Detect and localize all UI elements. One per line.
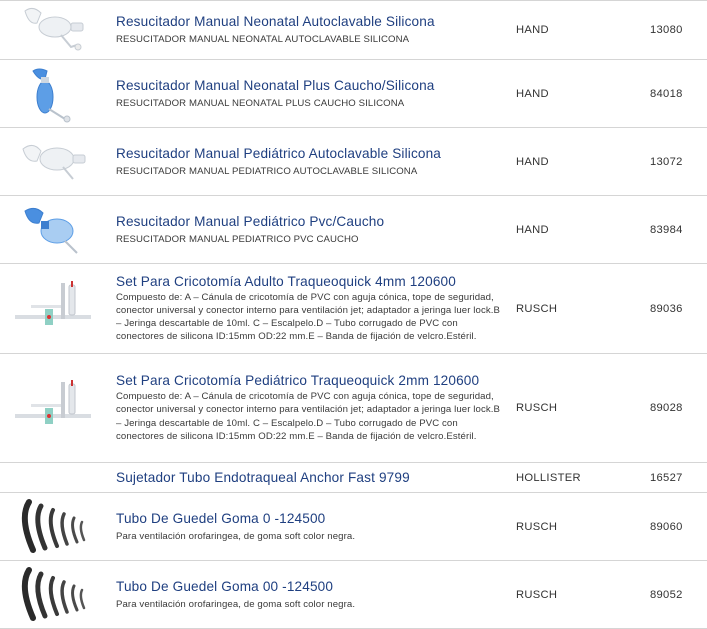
table-row[interactable]: Resucitador Manual Neonatal Autoclavable…: [0, 0, 707, 60]
product-brand: RUSCH: [516, 302, 558, 315]
guedel-airway-icon: [21, 566, 86, 621]
product-code: 89060: [650, 520, 683, 533]
product-description: RESUCITADOR MANUAL PEDIATRICO PVC CAUCHO: [116, 233, 359, 245]
product-title[interactable]: Resucitador Manual Pediátrico Pvc/Caucho: [116, 214, 506, 230]
product-thumbnail[interactable]: [0, 279, 106, 339]
product-description: RESUCITADOR MANUAL NEONATAL PLUS CAUCHO …: [116, 97, 405, 109]
product-title[interactable]: Resucitador Manual Pediátrico Autoclavab…: [116, 146, 506, 162]
cricothyrotomy-set-icon: [15, 380, 91, 424]
table-row[interactable]: Sujetador Tubo Endotraqueal Anchor Fast …: [0, 463, 707, 493]
product-code: 89052: [650, 588, 683, 601]
cricothyrotomy-set-icon: [15, 280, 91, 325]
product-code: 89028: [650, 402, 683, 414]
product-brand: RUSCH: [516, 520, 558, 533]
product-title[interactable]: Tubo De Guedel Goma 00 -124500: [116, 579, 506, 595]
table-row[interactable]: Set Para Cricotomía Adulto Traqueoquick …: [0, 264, 707, 354]
product-brand: RUSCH: [516, 588, 558, 601]
table-row[interactable]: Set Para Cricotomía Pediátrico Traqueoqu…: [0, 354, 707, 463]
product-description: Compuesto de: A – Cánula de cricotomía d…: [116, 391, 501, 442]
product-brand: HAND: [516, 223, 549, 236]
product-thumbnail[interactable]: [0, 498, 106, 556]
product-thumbnail[interactable]: [0, 201, 106, 259]
resuscitator-blue-icon: [24, 207, 78, 254]
table-row[interactable]: Resucitador Manual Pediátrico Pvc/Caucho…: [0, 196, 707, 264]
product-title[interactable]: Resucitador Manual Neonatal Autoclavable…: [116, 14, 506, 30]
product-title[interactable]: Set Para Cricotomía Pediátrico Traqueoqu…: [116, 373, 506, 389]
product-thumbnail[interactable]: [0, 378, 106, 438]
resuscitator-clear-icon: [24, 7, 84, 50]
guedel-airway-icon: [21, 498, 86, 553]
product-code: 16527: [650, 471, 683, 484]
product-description: RESUCITADOR MANUAL PEDIATRICO AUTOCLAVAB…: [116, 165, 418, 177]
product-thumbnail[interactable]: [0, 135, 106, 189]
product-description: RESUCITADOR MANUAL NEONATAL AUTOCLAVABLE…: [116, 33, 410, 45]
product-brand: HAND: [516, 87, 549, 100]
product-code: 84018: [650, 87, 683, 100]
product-thumbnail[interactable]: [0, 3, 106, 57]
product-code: 13080: [650, 23, 683, 36]
table-row[interactable]: Resucitador Manual Neonatal Plus Caucho/…: [0, 60, 707, 128]
table-row[interactable]: Tubo De Guedel Goma 00 -124500 Para vent…: [0, 561, 707, 629]
product-brand: HAND: [516, 155, 549, 168]
product-code: 89036: [650, 302, 683, 315]
product-brand: HOLLISTER: [516, 471, 581, 484]
product-brand: HAND: [516, 23, 549, 36]
table-row[interactable]: Resucitador Manual Pediátrico Autoclavab…: [0, 128, 707, 196]
resuscitator-blue-icon: [32, 68, 71, 122]
resuscitator-clear-icon: [22, 144, 86, 180]
product-title[interactable]: Tubo De Guedel Goma 0 -124500: [116, 511, 506, 527]
product-brand: RUSCH: [516, 402, 558, 414]
product-thumbnail[interactable]: [0, 65, 106, 123]
product-code: 13072: [650, 155, 683, 168]
product-description: Compuesto de: A – Cánula de cricotomía d…: [116, 291, 501, 343]
product-title[interactable]: Resucitador Manual Neonatal Plus Caucho/…: [116, 78, 506, 94]
product-title[interactable]: Sujetador Tubo Endotraqueal Anchor Fast …: [116, 470, 506, 486]
product-description: Para ventilación orofaringea, de goma so…: [116, 530, 356, 542]
table-row[interactable]: Tubo De Guedel Goma 0 -124500 Para venti…: [0, 493, 707, 561]
product-title[interactable]: Set Para Cricotomía Adulto Traqueoquick …: [116, 274, 506, 290]
product-description: Para ventilación orofaringea, de goma so…: [116, 598, 356, 610]
product-code: 83984: [650, 223, 683, 236]
product-table: Resucitador Manual Neonatal Autoclavable…: [0, 0, 707, 629]
product-thumbnail[interactable]: [0, 566, 106, 624]
